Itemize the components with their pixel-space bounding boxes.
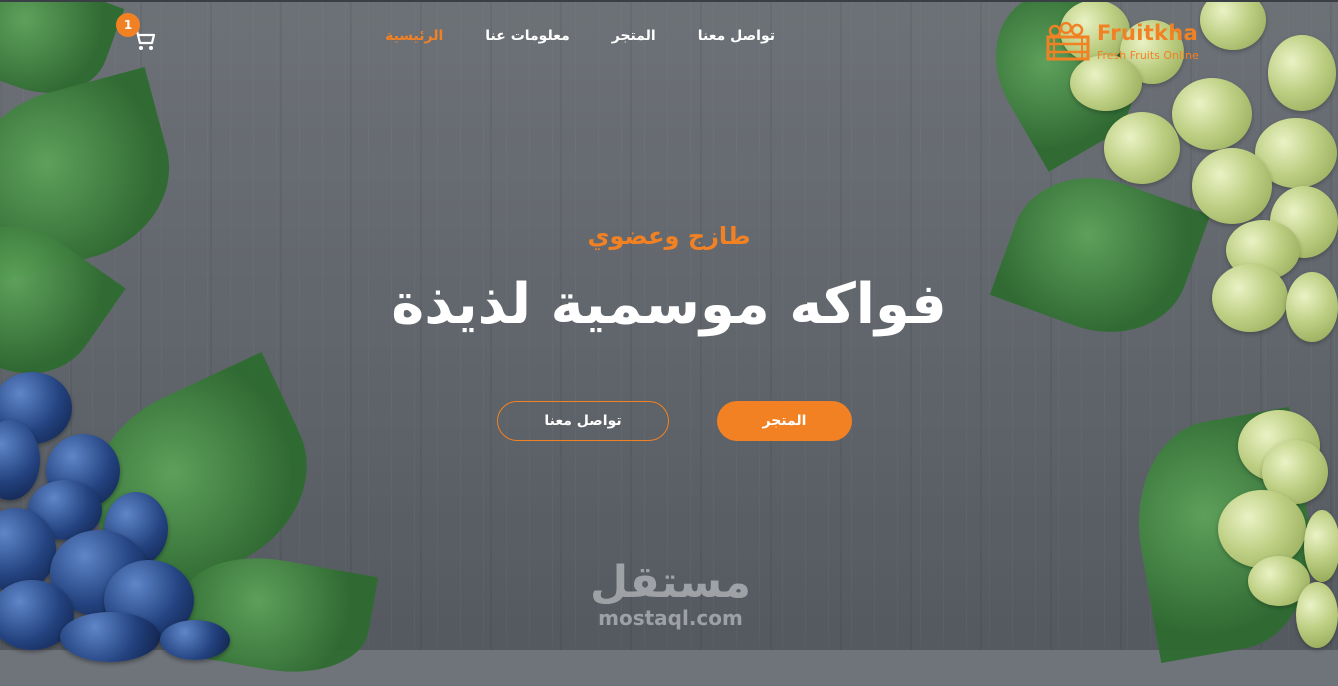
cart-count-badge: 1 bbox=[116, 13, 140, 37]
watermark: مستقل mostaql.com bbox=[588, 557, 753, 631]
grape-decoration bbox=[1218, 490, 1306, 568]
grape-decoration bbox=[1304, 510, 1338, 582]
grape-decoration bbox=[160, 620, 230, 660]
brand-logo[interactable]: Fruitkha Fresh Fruits Online bbox=[1045, 20, 1210, 66]
grape-decoration bbox=[1172, 78, 1252, 150]
fruit-crate-icon bbox=[1046, 22, 1090, 61]
hero-title: فواكه موسمية لذيذة bbox=[391, 272, 947, 337]
nav-item-shop[interactable]: المتجر bbox=[612, 28, 656, 44]
main-navigation: الرئيسية معلومات عنا المتجر تواصل معنا bbox=[385, 28, 775, 44]
nav-item-about[interactable]: معلومات عنا bbox=[485, 28, 569, 44]
contact-button[interactable]: تواصل معنا bbox=[497, 401, 669, 441]
nav-item-contact[interactable]: تواصل معنا bbox=[698, 28, 775, 44]
site-header: Fruitkha Fresh Fruits Online الرئيسية مع… bbox=[0, 0, 1338, 80]
brand-name: Fruitkha bbox=[1097, 21, 1199, 45]
brand-tagline: Fresh Fruits Online bbox=[1097, 49, 1199, 62]
grape-decoration bbox=[1104, 112, 1180, 184]
grape-decoration bbox=[60, 612, 160, 662]
grape-decoration bbox=[1296, 582, 1338, 648]
nav-item-home[interactable]: الرئيسية bbox=[385, 28, 443, 44]
watermark-arabic: مستقل bbox=[590, 557, 751, 608]
watermark-latin: mostaql.com bbox=[598, 606, 743, 630]
grape-decoration bbox=[1192, 148, 1272, 224]
hero-subtitle: طازج وعضوي bbox=[587, 222, 751, 250]
shop-button[interactable]: المتجر bbox=[717, 401, 852, 441]
